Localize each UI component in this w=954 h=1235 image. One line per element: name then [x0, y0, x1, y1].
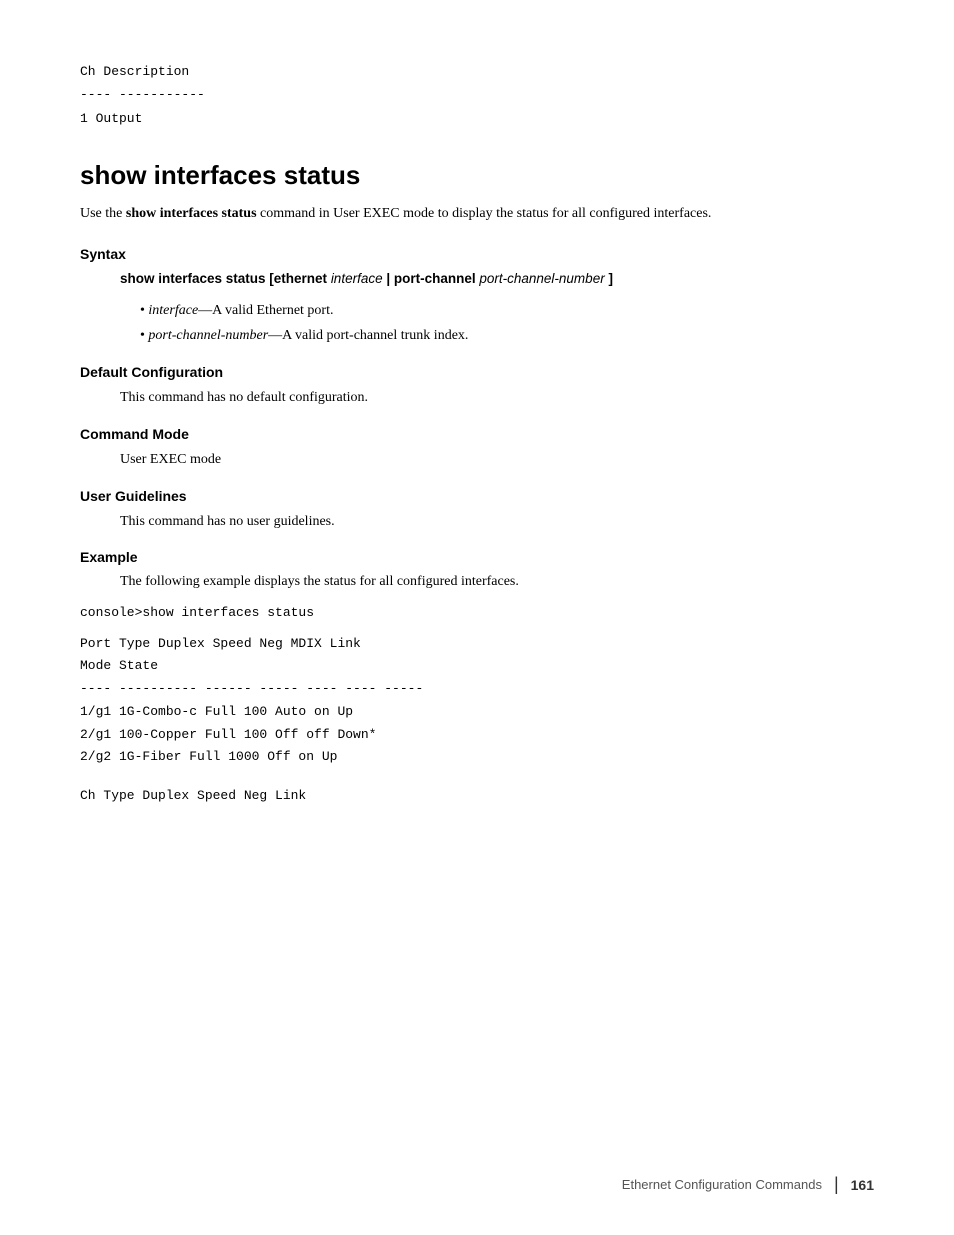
bullet-1: interface—A valid Ethernet port. [140, 299, 874, 323]
bullet-2: port-channel-number—A valid port-channel… [140, 324, 874, 348]
default-config-label: Default Configuration [80, 364, 874, 380]
command-mode-content: User EXEC mode [120, 448, 874, 472]
bullet-1-italic: interface [148, 303, 198, 318]
footer-title: Ethernet Configuration Commands [622, 1177, 822, 1192]
syntax-label: Syntax [80, 246, 874, 262]
desc-command: show interfaces status [126, 206, 257, 221]
default-config-content: This command has no default configuratio… [120, 386, 874, 410]
desc-suffix: command in User EXEC mode to display the… [257, 206, 712, 221]
table-header-1: Port Type Duplex Speed Neg MDIX Link [80, 633, 874, 656]
section-description: Use the show interfaces status command i… [80, 203, 874, 225]
desc-prefix: Use the [80, 206, 126, 221]
syntax-cmd-bold2: | port-channel [383, 271, 476, 286]
user-guidelines-label: User Guidelines [80, 488, 874, 504]
default-config-text: This command has no default configuratio… [120, 390, 368, 405]
bullet-1-text: —A valid Ethernet port. [198, 303, 333, 318]
command-line: console>show interfaces status [80, 602, 874, 625]
footer-page: 161 [851, 1177, 874, 1193]
command-mode-text: User EXEC mode [120, 452, 221, 467]
syntax-line: show interfaces status [ethernet interfa… [120, 268, 874, 291]
syntax-content: show interfaces status [ethernet interfa… [120, 268, 874, 349]
footer-divider: | [834, 1174, 839, 1195]
syntax-cmd-italic2: port-channel-number [476, 271, 605, 286]
syntax-cmd-bold3: ] [605, 271, 613, 286]
syntax-cmd-italic: interface [331, 271, 383, 286]
table-row-2: 2/g1 100-Copper Full 100 Off off Down* [80, 724, 874, 747]
syntax-bullets: interface—A valid Ethernet port. port-ch… [140, 299, 874, 349]
bullet-2-italic: port-channel-number [148, 328, 268, 343]
example-description: The following example displays the statu… [120, 571, 874, 593]
syntax-cmd-bold: show interfaces status [ethernet [120, 271, 331, 286]
command-mode-label: Command Mode [80, 426, 874, 442]
table-row-1: 1/g1 1G-Combo-c Full 100 Auto on Up [80, 701, 874, 724]
pre-line-1: Ch Description [80, 60, 874, 83]
example-label: Example [80, 549, 874, 565]
example-code-block: console>show interfaces status Port Type… [80, 602, 874, 808]
table-header-2: Mode State [80, 655, 874, 678]
user-guidelines-text: This command has no user guidelines. [120, 514, 335, 529]
bullet-2-text: —A valid port-channel trunk index. [268, 328, 468, 343]
ch-line: Ch Type Duplex Speed Neg Link [80, 785, 874, 808]
user-guidelines-content: This command has no user guidelines. [120, 510, 874, 534]
pre-line-3: 1 Output [80, 107, 874, 130]
table-separator: ---- ---------- ------ ----- ---- ---- -… [80, 678, 874, 701]
pre-section: Ch Description ---- ----------- 1 Output [80, 60, 874, 130]
footer: Ethernet Configuration Commands | 161 [622, 1174, 874, 1195]
pre-line-2: ---- ----------- [80, 83, 874, 106]
table-row-3: 2/g2 1G-Fiber Full 1000 Off on Up [80, 746, 874, 769]
page-title: show interfaces status [80, 160, 874, 191]
